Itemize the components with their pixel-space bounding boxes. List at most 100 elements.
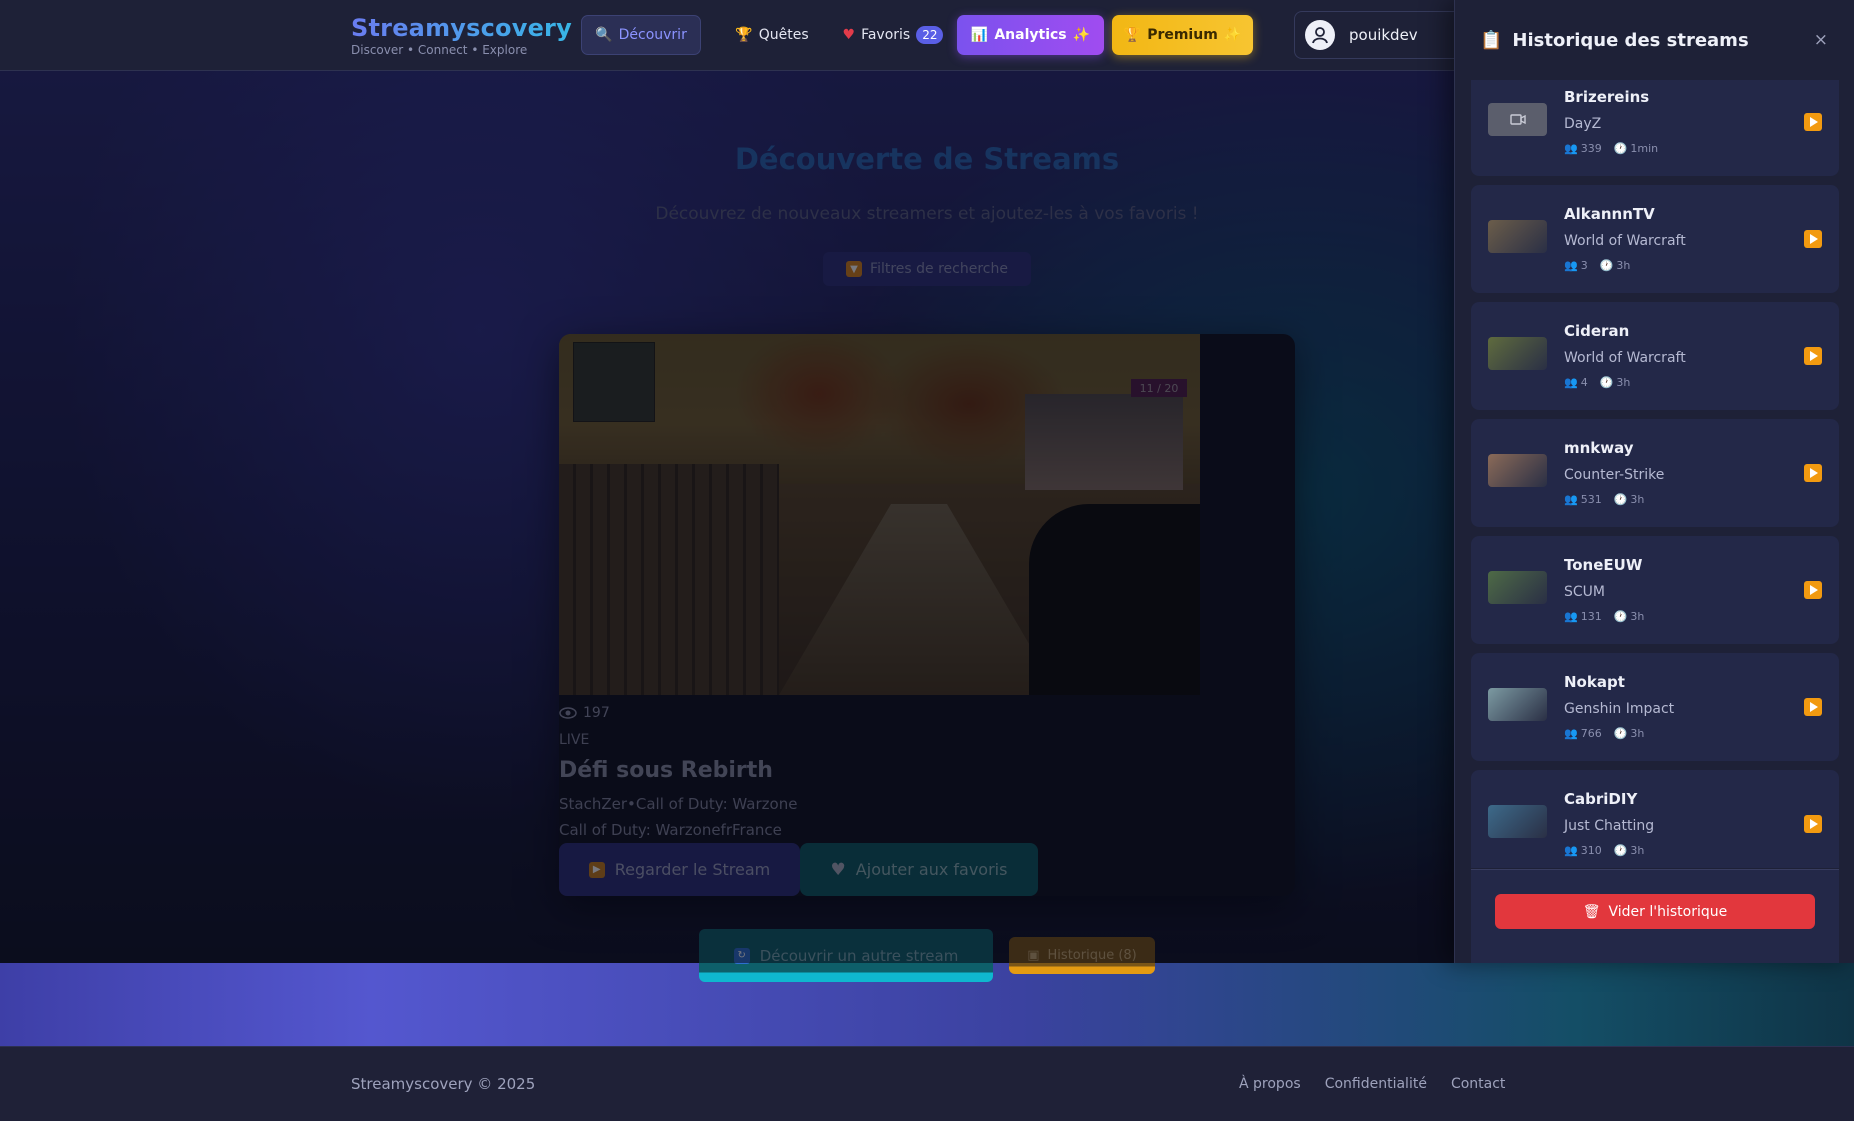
history-streamer-name: Brizereins <box>1564 88 1650 106</box>
history-game: Genshin Impact <box>1564 701 1675 717</box>
nav-quests[interactable]: 🏆 Quêtes <box>716 15 828 55</box>
sparkle-icon: ✨ <box>1072 27 1091 43</box>
history-item[interactable]: ToneEUW SCUM 👥 131 🕐 3h <box>1471 536 1839 644</box>
stream-thumbnail <box>1488 571 1547 604</box>
stream-thumbnail <box>1488 220 1547 253</box>
history-game: World of Warcraft <box>1564 350 1686 366</box>
play-icon[interactable] <box>1804 113 1822 131</box>
clipboard-icon: 📋 <box>1480 29 1503 51</box>
stream-title: Défi sous Rebirth <box>559 758 773 783</box>
footer-link-privacy[interactable]: Confidentialité <box>1325 1076 1427 1092</box>
filters-label: Filtres de recherche <box>870 261 1008 277</box>
add-favorite-button[interactable]: ♥ Ajouter aux favoris <box>800 843 1038 896</box>
search-filters-button[interactable]: ▼ Filtres de recherche <box>823 252 1031 286</box>
username: pouikdev <box>1349 26 1418 44</box>
play-icon[interactable] <box>1804 698 1822 716</box>
brand-name: Streamyscovery <box>351 14 572 42</box>
footer-links: À propos Confidentialité Contact <box>1239 1076 1505 1092</box>
history-item[interactable]: Nokapt Genshin Impact 👥 766 🕐 3h <box>1471 653 1839 761</box>
nav-favorites[interactable]: ♥ Favoris 22 <box>829 15 957 55</box>
viewer-count: 197 <box>559 705 610 721</box>
history-game: DayZ <box>1564 116 1602 132</box>
clear-history-button[interactable]: 🗑 Vider l'historique <box>1495 894 1815 929</box>
dropdown-arrow-icon: ▼ <box>846 261 863 277</box>
history-item[interactable]: AlkannnTV World of Warcraft 👥 3 🕐 3h <box>1471 185 1839 293</box>
close-icon[interactable]: × <box>1814 30 1828 50</box>
footer-link-about[interactable]: À propos <box>1239 1076 1301 1092</box>
heart-icon: ♥ <box>830 859 846 880</box>
watch-stream-button[interactable]: ▶ Regarder le Stream <box>559 843 800 896</box>
history-game: SCUM <box>1564 584 1605 600</box>
history-stats: 👥 310 🕐 3h <box>1564 844 1644 857</box>
history-streamer-name: AlkannnTV <box>1564 205 1655 223</box>
history-viewers: 766 <box>1580 727 1602 740</box>
brand-tagline: Discover • Connect • Explore <box>351 43 528 57</box>
history-stats: 👥 131 🕐 3h <box>1564 610 1644 623</box>
history-button[interactable]: ▣ Historique (8) <box>1009 937 1155 974</box>
play-icon[interactable] <box>1804 581 1822 599</box>
history-game: Just Chatting <box>1564 818 1655 834</box>
trash-icon: 🗑 <box>1582 903 1601 920</box>
history-item[interactable]: CabriDIY Just Chatting 👥 310 🕐 3h <box>1471 770 1839 868</box>
trophy-icon: 🏆 <box>1123 27 1142 43</box>
favorites-count-badge: 22 <box>916 26 944 44</box>
clock-icon: 🕐 1min <box>1613 142 1659 155</box>
history-stats: 👥 3 🕐 3h <box>1564 259 1630 272</box>
nav-premium[interactable]: 🏆 Premium ✨ <box>1112 15 1253 55</box>
viewers-icon: 👥 3 <box>1564 259 1588 272</box>
history-drawer: 📋 Historique des streams × Brizereins Day… <box>1454 0 1854 963</box>
play-icon[interactable] <box>1804 464 1822 482</box>
history-stats: 👥 766 🕐 3h <box>1564 727 1644 740</box>
history-item[interactable]: Brizereins DayZ 👥 339 🕐 1min <box>1471 80 1839 176</box>
discover-another-button[interactable]: ↻ Découvrir un autre stream <box>699 929 993 982</box>
history-game: World of Warcraft <box>1564 233 1686 249</box>
play-icon: ▶ <box>588 861 605 878</box>
search-icon: 🔍 <box>595 27 613 43</box>
stream-thumbnail <box>1488 454 1547 487</box>
stream-streamer-game: StachZer•Call of Duty: Warzone <box>559 795 798 813</box>
history-stats: 👥 339 🕐 1min <box>1564 142 1658 155</box>
history-viewers: 339 <box>1580 142 1602 155</box>
history-item[interactable]: mnkway Counter-Strike 👥 531 🕐 3h <box>1471 419 1839 527</box>
history-viewers: 310 <box>1580 844 1602 857</box>
history-list[interactable]: Brizereins DayZ 👥 339 🕐 1min AlkannnTV World of… <box>1471 80 1839 868</box>
nav-analytics[interactable]: 📊 Analytics ✨ <box>957 15 1104 55</box>
nav-discover[interactable]: 🔍 Découvrir <box>581 15 701 55</box>
viewers-icon: 👥 339 <box>1564 142 1602 155</box>
history-time-ago: 3h <box>1616 259 1631 272</box>
brand-logo[interactable]: Streamyscovery Discover • Connect • Expl… <box>351 14 572 57</box>
play-icon[interactable] <box>1804 230 1822 248</box>
footer-link-contact[interactable]: Contact <box>1451 1076 1505 1092</box>
history-viewers: 531 <box>1580 493 1602 506</box>
clock-icon: 🕐 3h <box>1613 610 1645 623</box>
history-time-ago: 3h <box>1630 493 1645 506</box>
heart-icon: ♥ <box>842 27 856 43</box>
video-camera-icon <box>1510 114 1526 125</box>
play-icon[interactable] <box>1804 347 1822 365</box>
viewers-icon: 👥 310 <box>1564 844 1602 857</box>
history-viewers: 4 <box>1580 376 1588 389</box>
user-menu[interactable]: pouikdev <box>1294 11 1464 59</box>
clock-icon: 🕐 3h <box>1613 727 1645 740</box>
history-viewers: 3 <box>1580 259 1588 272</box>
clock-icon: 🕐 3h <box>1599 376 1631 389</box>
history-streamer-name: CabriDIY <box>1564 790 1638 808</box>
history-time-ago: 3h <box>1616 376 1631 389</box>
stream-thumbnail <box>1488 805 1547 838</box>
footer-copyright: Streamyscovery © 2025 <box>351 1075 536 1093</box>
viewers-icon: 👥 531 <box>1564 493 1602 506</box>
viewers-icon: 👥 131 <box>1564 610 1602 623</box>
live-status: LIVE <box>559 732 590 748</box>
history-time-ago: 1min <box>1630 142 1659 155</box>
history-time-ago: 3h <box>1630 844 1645 857</box>
stream-thumbnail[interactable]: 11 / 20 <box>559 334 1200 695</box>
stream-thumbnail <box>1488 103 1547 136</box>
history-stats: 👥 531 🕐 3h <box>1564 493 1644 506</box>
stream-thumbnail <box>1488 337 1547 370</box>
clock-icon: 🕐 3h <box>1613 493 1645 506</box>
play-icon[interactable] <box>1804 815 1822 833</box>
clock-icon: 🕐 3h <box>1613 844 1645 857</box>
viewers-icon: 👥 4 <box>1564 376 1588 389</box>
history-streamer-name: mnkway <box>1564 439 1634 457</box>
history-item[interactable]: Cideran World of Warcraft 👥 4 🕐 3h <box>1471 302 1839 410</box>
